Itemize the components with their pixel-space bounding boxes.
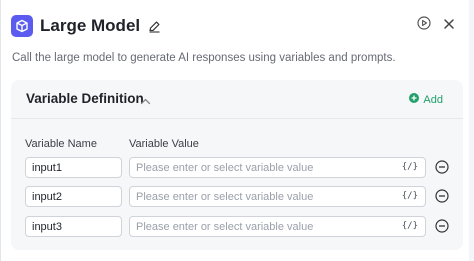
section-header: Variable Definition Add	[11, 80, 463, 119]
column-header-value: Variable Value	[129, 138, 199, 150]
minus-circle-icon[interactable]	[435, 189, 449, 208]
variable-icon[interactable]: {/}	[402, 220, 418, 233]
variable-value-placeholder: Please enter or select variable value	[136, 162, 314, 174]
section-title: Variable Definition	[26, 91, 144, 106]
variable-value-placeholder: Please enter or select variable value	[136, 191, 314, 203]
close-icon[interactable]	[443, 17, 455, 35]
variable-name-input[interactable]: input2	[25, 186, 122, 207]
variable-value-input[interactable]: Please enter or select variable value {/…	[129, 186, 426, 207]
add-variable-button[interactable]: Add	[409, 93, 443, 106]
variable-icon[interactable]: {/}	[402, 161, 418, 174]
variable-row: input3 Please enter or select variable v…	[25, 216, 465, 237]
cube-icon	[11, 15, 33, 37]
variable-icon[interactable]: {/}	[402, 190, 418, 203]
chevron-up-icon[interactable]	[140, 93, 151, 111]
variable-name-input[interactable]: input1	[25, 157, 122, 178]
page-title: Large Model	[40, 16, 141, 35]
panel-header: Large Model	[11, 14, 459, 38]
minus-circle-icon[interactable]	[435, 160, 449, 179]
variable-row: input2 Please enter or select variable v…	[25, 186, 465, 207]
variable-value-input[interactable]: Please enter or select variable value {/…	[129, 157, 426, 178]
minus-circle-icon[interactable]	[435, 219, 449, 238]
edit-icon[interactable]	[148, 20, 161, 33]
node-panel: Large Model Call the large model to gene…	[0, 0, 469, 261]
column-header-name: Variable Name	[25, 138, 97, 150]
add-label: Add	[423, 93, 443, 106]
variable-row: input1 Please enter or select variable v…	[25, 157, 465, 178]
variable-name-input[interactable]: input3	[25, 216, 122, 237]
run-icon[interactable]	[417, 16, 431, 35]
node-description: Call the large model to generate AI resp…	[12, 52, 396, 64]
plus-circle-icon	[409, 93, 420, 106]
variable-definition-card: Variable Definition Add Variable Name Va…	[11, 80, 463, 250]
variable-value-input[interactable]: Please enter or select variable value {/…	[129, 216, 426, 237]
variable-value-placeholder: Please enter or select variable value	[136, 221, 314, 233]
